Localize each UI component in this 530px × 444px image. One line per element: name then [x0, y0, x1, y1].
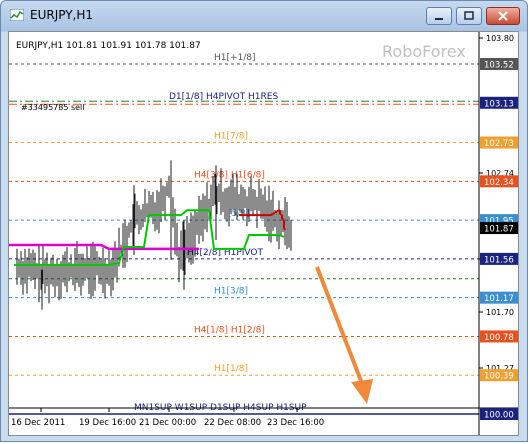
level-101-17-label: H1[3/8]: [214, 287, 248, 297]
maximize-button[interactable]: [456, 7, 482, 25]
minimize-button[interactable]: [426, 7, 452, 25]
chart-canvas[interactable]: H1[+1/8] D1[1/8] H4PIVOT H1RES H1[7/8] H4[3…: [9, 32, 518, 435]
maximize-icon: [464, 11, 474, 20]
level-103-13-price-text: 103.13: [484, 99, 514, 109]
level-103-52-label: H1[+1/8]: [214, 53, 256, 63]
level-101-17-price-text: 101.17: [484, 294, 514, 304]
x-tick-label: 22 Dec 08:00: [204, 418, 261, 428]
level-102-34-label: H4[3/8] H1[6/8]: [194, 170, 265, 180]
current-price-text: 101.87: [484, 225, 514, 235]
level-103-52-price-text: 103.52: [484, 61, 514, 71]
level-100-78-price-text: 100.78: [484, 333, 514, 343]
window-title: EURJPY,H1: [30, 8, 94, 22]
order-label: #33495785 sell: [21, 103, 85, 112]
level-100-00-price-text: 100.00: [484, 411, 514, 421]
level-102-73-price-text: 102.73: [484, 139, 514, 149]
y-tick-label: 101.70: [486, 308, 514, 317]
title-bar[interactable]: EURJPY,H1: [1, 1, 529, 29]
level-101-56-price-text: 101.56: [484, 255, 514, 265]
level-100-39-price-text: 100.39: [484, 372, 514, 382]
level-100-78-label: H4[1/8] H1[2/8]: [194, 325, 265, 335]
y-tick-label: 103.80: [486, 34, 514, 43]
x-tick-label: 21 Dec 00:00: [139, 418, 196, 428]
chart-window: EURJPY,H1 H1[+1/8] D1[1/8] H4PIVOT H1RES H…: [0, 0, 528, 442]
x-tick-label: 16 Dec 2011: [11, 418, 65, 428]
level-102-34-price-text: 102.34: [484, 178, 514, 188]
level-103-13-label: D1[1/8] H4PIVOT H1RES: [169, 92, 278, 102]
close-icon: [498, 11, 508, 21]
chart-window-icon: [10, 9, 24, 21]
x-tick-label: 19 Dec 16:00: [79, 418, 136, 428]
price-chart[interactable]: H1[+1/8] D1[1/8] H4PIVOT H1RES H1[7/8] H4[3…: [8, 31, 519, 436]
minimize-icon: [435, 18, 443, 20]
level-102-73-label: H1[7/8]: [214, 132, 248, 142]
watermark-text: RoboForex: [382, 42, 466, 61]
chart-header: EURJPY,H1 101.81 101.91 101.78 101.87: [16, 41, 201, 51]
x-tick-label: 23 Dec 16:00: [267, 418, 324, 428]
level-100-39-label: H1[1/8]: [214, 364, 248, 374]
close-button[interactable]: [486, 7, 520, 25]
